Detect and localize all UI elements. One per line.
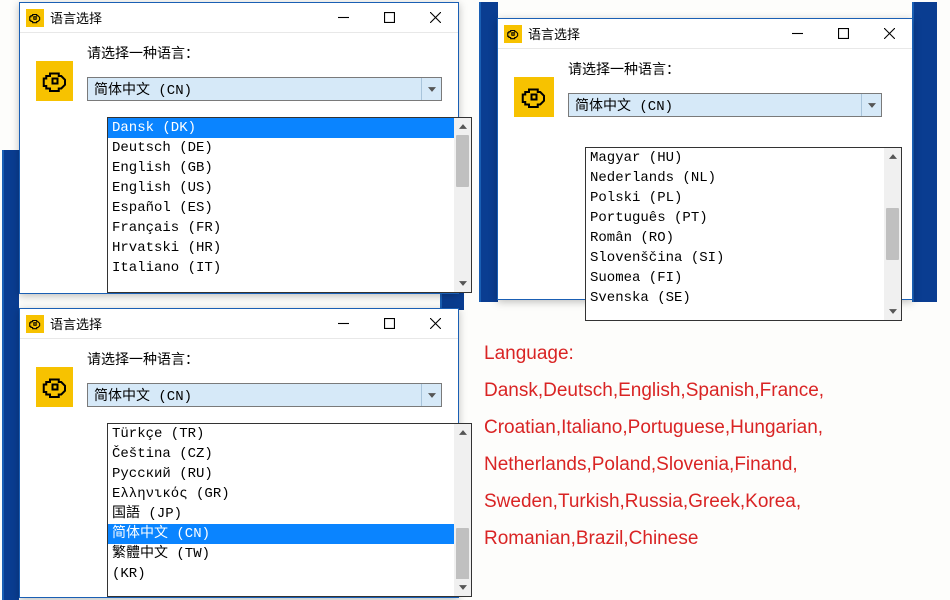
list-item[interactable]: Magyar (HU) [586, 148, 884, 168]
titlebar[interactable]: 语言选择 [20, 309, 458, 339]
scroll-thumb[interactable] [456, 528, 469, 580]
list-item[interactable]: 国語 (JP) [108, 504, 454, 524]
scroll-thumb[interactable] [456, 135, 469, 187]
list-item[interactable]: Slovenščina (SI) [586, 248, 884, 268]
list-item[interactable]: Ελληνικός (GR) [108, 484, 454, 504]
list-item[interactable]: Deutsch (DE) [108, 138, 454, 158]
list-item[interactable]: English (US) [108, 178, 454, 198]
list-item[interactable]: Nederlands (NL) [586, 168, 884, 188]
scroll-up-button[interactable] [454, 118, 471, 135]
list-item[interactable]: Português (PT) [586, 208, 884, 228]
language-listbox[interactable]: Dansk (DK)Deutsch (DE)English (GB)Englis… [107, 117, 472, 293]
engine-icon [36, 367, 73, 407]
scroll-down-button[interactable] [454, 275, 471, 292]
window-title: 语言选择 [528, 24, 580, 43]
list-item[interactable]: Polski (PL) [586, 188, 884, 208]
caption-line: Sweden,Turkish,Russia,Greek,Korea, [484, 483, 934, 520]
engine-icon [26, 9, 44, 27]
list-item[interactable]: Français (FR) [108, 218, 454, 238]
list-item[interactable]: Român (RO) [586, 228, 884, 248]
caption-line: Dansk,Deutsch,English,Spanish,France, [484, 372, 934, 409]
prompt-label: 请选择一种语言： [568, 59, 896, 79]
scroll-down-button[interactable] [454, 579, 471, 596]
list-item[interactable]: Dansk (DK) [108, 118, 454, 138]
engine-icon [26, 315, 44, 333]
titlebar[interactable]: 语言选择 [20, 3, 458, 33]
scroll-down-button[interactable] [884, 303, 901, 320]
chevron-down-icon[interactable] [421, 78, 441, 100]
titlebar[interactable]: 语言选择 [498, 19, 912, 49]
scrollbar[interactable] [454, 118, 471, 292]
caption-line: Netherlands,Poland,Slovenia,Finand, [484, 446, 934, 483]
window-title: 语言选择 [50, 8, 102, 27]
combobox-value: 简体中文 (CN) [575, 95, 673, 115]
list-item[interactable]: Italiano (IT) [108, 258, 454, 278]
minimize-button[interactable] [320, 309, 366, 339]
list-item[interactable]: English (GB) [108, 158, 454, 178]
scroll-up-button[interactable] [884, 148, 901, 165]
maximize-button[interactable] [820, 19, 866, 49]
prompt-label: 请选择一种语言： [87, 43, 442, 63]
panel: 请选择一种语言： 简体中文 (CN) [20, 339, 458, 407]
engine-icon [514, 77, 554, 117]
list-item[interactable]: 简体中文 (CN) [108, 524, 454, 544]
desktop-background [2, 150, 19, 600]
list-item[interactable]: 繁體中文 (TW) [108, 544, 454, 564]
language-listbox[interactable]: Türkçe (TR)Čeština (CZ)Русский (RU)Ελλην… [107, 423, 472, 597]
close-button[interactable] [412, 3, 458, 33]
scroll-up-button[interactable] [454, 424, 471, 441]
desktop-background [479, 2, 498, 302]
chevron-down-icon[interactable] [861, 94, 881, 116]
scrollbar[interactable] [454, 424, 471, 596]
panel: 请选择一种语言： 简体中文 (CN) [20, 33, 458, 101]
caption-line: Croatian,Italiano,Portuguese,Hungarian, [484, 409, 934, 446]
engine-icon [36, 61, 73, 101]
window-title: 语言选择 [50, 314, 102, 333]
scrollbar[interactable] [884, 148, 901, 320]
language-select-dialog-a: 语言选择 请选择一种语言： 简体中文 (CN) Dansk (DK)Deutsc… [19, 2, 459, 294]
list-item[interactable]: Svenska (SE) [586, 288, 884, 308]
language-listbox[interactable]: Magyar (HU)Nederlands (NL)Polski (PL)Por… [585, 147, 902, 321]
list-item[interactable]: (KR) [108, 564, 454, 584]
language-select-dialog-b: 语言选择 请选择一种语言： 简体中文 (CN) Magyar (HU)Neder… [497, 18, 913, 300]
list-item[interactable]: Русский (RU) [108, 464, 454, 484]
language-combobox[interactable]: 简体中文 (CN) [568, 93, 882, 117]
caption-label: Language: [484, 335, 934, 372]
list-item[interactable]: Suomea (FI) [586, 268, 884, 288]
language-combobox[interactable]: 简体中文 (CN) [87, 383, 442, 407]
language-combobox[interactable]: 简体中文 (CN) [87, 77, 442, 101]
combobox-value: 简体中文 (CN) [94, 79, 192, 99]
scroll-thumb[interactable] [886, 208, 899, 260]
list-item[interactable]: Türkçe (TR) [108, 424, 454, 444]
desktop-background [912, 2, 937, 302]
engine-icon [504, 25, 522, 43]
minimize-button[interactable] [774, 19, 820, 49]
chevron-down-icon[interactable] [421, 384, 441, 406]
combobox-value: 简体中文 (CN) [94, 385, 192, 405]
list-item[interactable]: Čeština (CZ) [108, 444, 454, 464]
prompt-label: 请选择一种语言： [87, 349, 442, 369]
maximize-button[interactable] [366, 3, 412, 33]
language-select-dialog-c: 语言选择 请选择一种语言： 简体中文 (CN) Türkçe (TR)Češti… [19, 308, 459, 598]
minimize-button[interactable] [320, 3, 366, 33]
close-button[interactable] [412, 309, 458, 339]
list-item[interactable]: Español (ES) [108, 198, 454, 218]
close-button[interactable] [866, 19, 912, 49]
panel: 请选择一种语言： 简体中文 (CN) [498, 49, 912, 117]
caption-line: Romanian,Brazil,Chinese [484, 520, 934, 557]
language-caption: Language: Dansk,Deutsch,English,Spanish,… [484, 335, 934, 557]
list-item[interactable]: Hrvatski (HR) [108, 238, 454, 258]
maximize-button[interactable] [366, 309, 412, 339]
